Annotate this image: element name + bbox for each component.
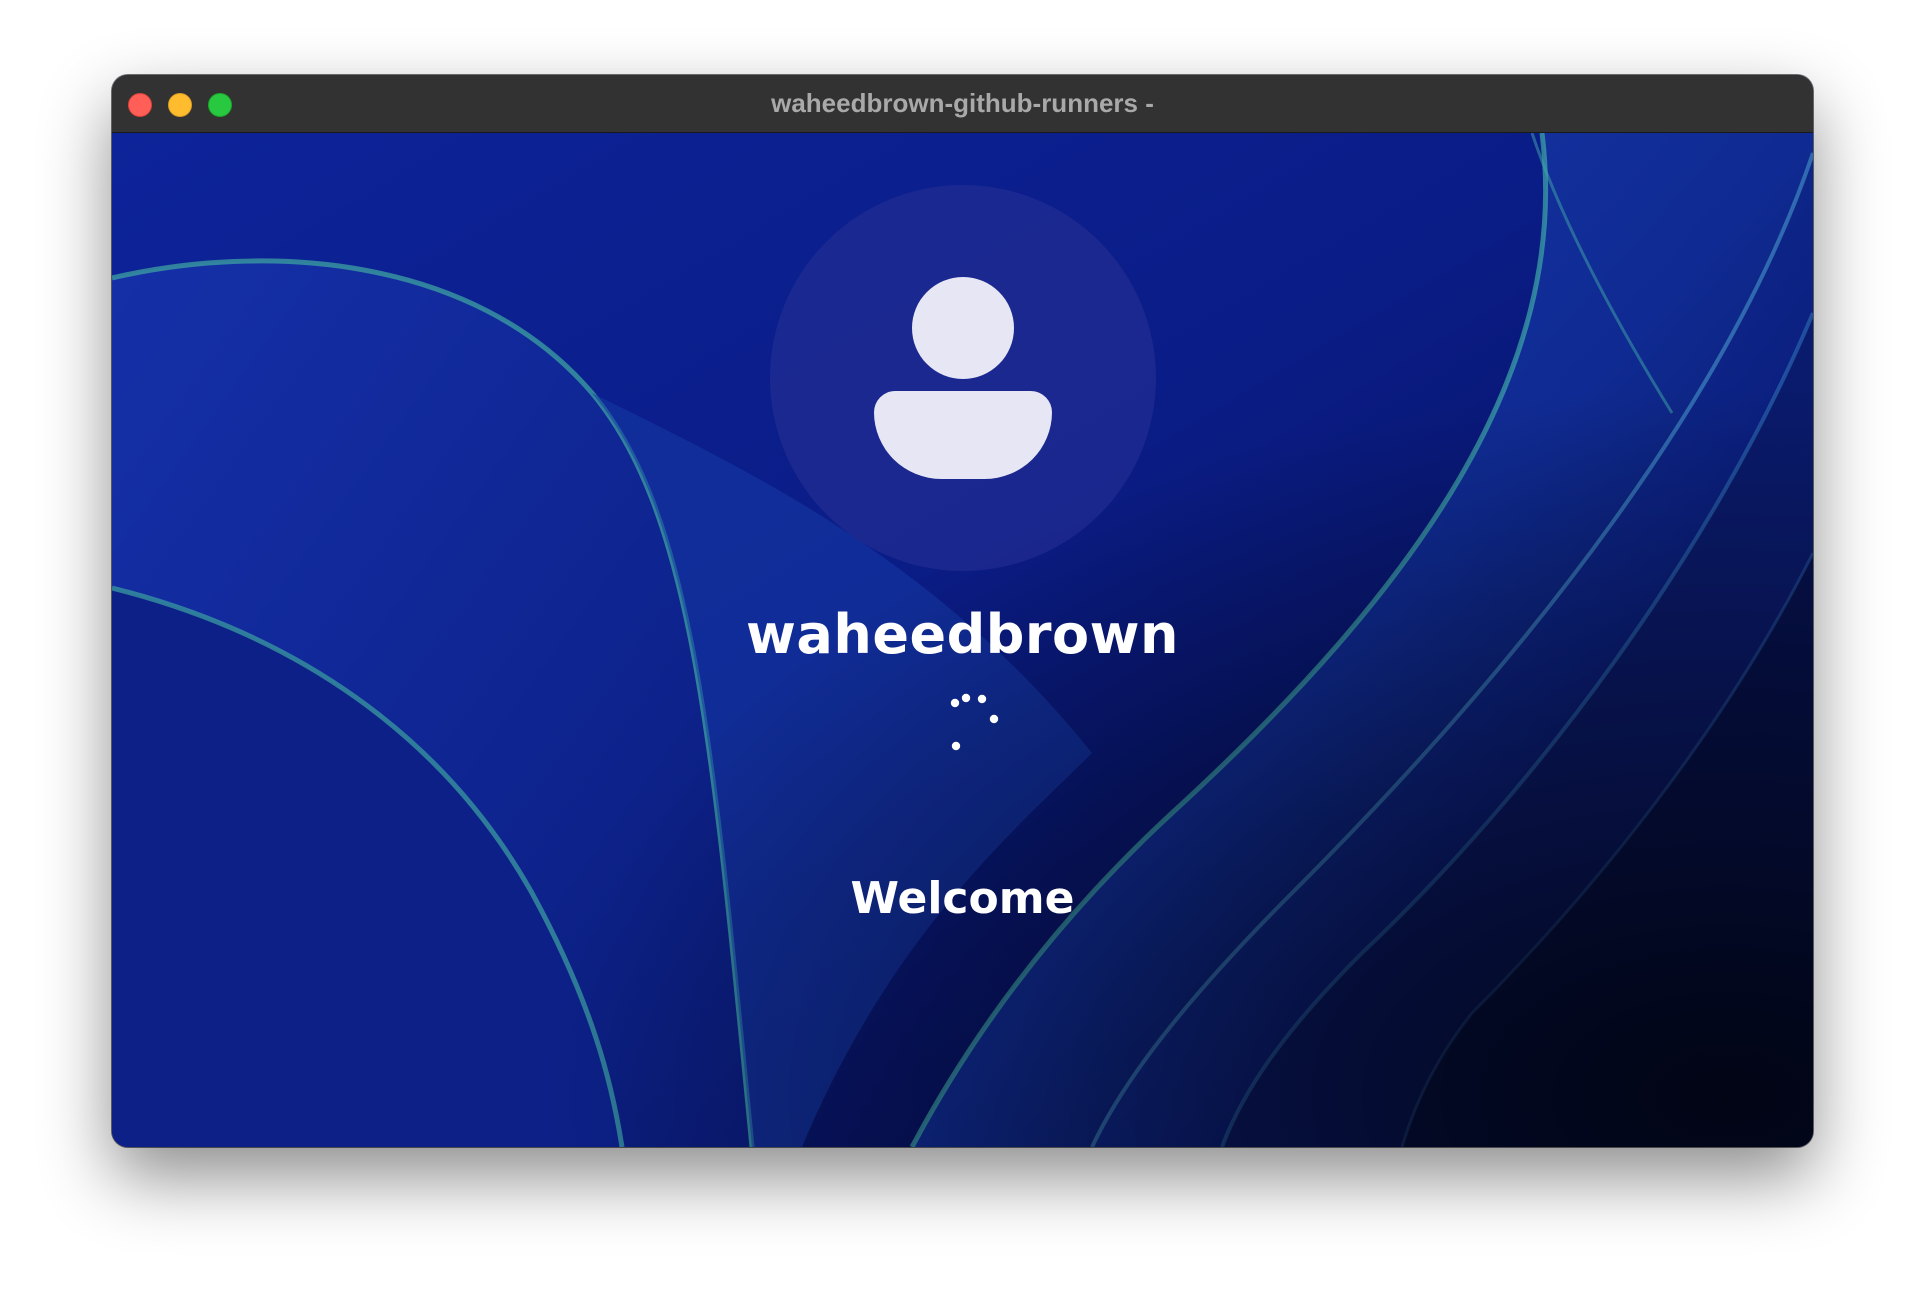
login-screen: waheedbrown Welcome — [112, 133, 1813, 1147]
title-bar[interactable]: waheedbrown-github-runners - — [112, 75, 1813, 133]
user-silhouette-body — [874, 391, 1052, 479]
window-title: waheedbrown-github-runners - — [771, 88, 1154, 118]
welcome-status-text: Welcome — [850, 873, 1075, 924]
user-avatar — [770, 185, 1156, 571]
username-label: waheedbrown — [746, 603, 1179, 666]
vm-window: waheedbrown-github-runners - waheedbrown… — [112, 75, 1813, 1147]
user-silhouette-icon — [912, 277, 1014, 379]
loading-spinner-icon — [950, 693, 999, 751]
